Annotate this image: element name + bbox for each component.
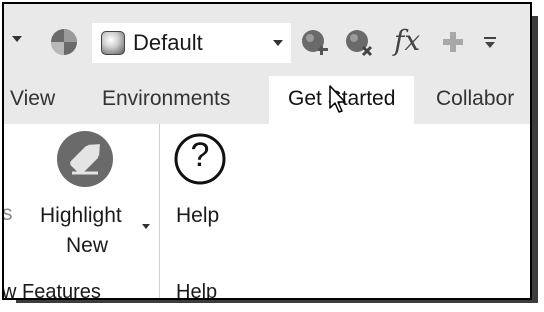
appearance-dropdown[interactable]: Default	[92, 23, 291, 63]
appearance-swatch-icon	[101, 31, 125, 55]
quick-access-toolbar: Default fx	[4, 4, 530, 82]
dropdown-arrow-icon[interactable]	[12, 36, 22, 42]
highlight-new-label-line1: Highlight	[40, 204, 122, 227]
tab-environments[interactable]: Environments	[102, 76, 230, 124]
customize-toolbar-icon[interactable]	[482, 34, 498, 50]
material-sphere-icon[interactable]	[50, 28, 78, 56]
tab-view[interactable]: View	[10, 76, 55, 124]
ribbon-panel: s Highlight New ? Help w Features Help	[2, 124, 530, 300]
clear-appearance-icon[interactable]	[344, 28, 374, 58]
adjust-appearance-icon[interactable]	[300, 28, 330, 58]
panel-label-help: Help	[176, 281, 218, 300]
panel-divider	[159, 124, 160, 298]
highlight-new-label-line2: New	[66, 234, 109, 257]
app-window: Default fx View Environments Get Started…	[2, 2, 532, 300]
left-edge-text: s	[2, 202, 13, 225]
tab-collaborate[interactable]: Collabor	[436, 76, 514, 124]
chevron-down-icon[interactable]	[142, 224, 150, 229]
chevron-down-icon	[273, 40, 283, 46]
highlight-pen-icon	[56, 130, 114, 188]
ribbon-tabs: View Environments Get Started Collabor	[4, 76, 530, 124]
fx-parameters-icon[interactable]: fx	[394, 24, 420, 57]
panel-label-new-features: w Features	[2, 281, 101, 300]
appearance-value: Default	[133, 30, 203, 55]
help-button-label: Help	[176, 204, 220, 227]
mouse-cursor-icon	[328, 84, 348, 119]
plus-icon[interactable]	[442, 31, 464, 53]
help-question-icon: ?	[173, 132, 227, 186]
